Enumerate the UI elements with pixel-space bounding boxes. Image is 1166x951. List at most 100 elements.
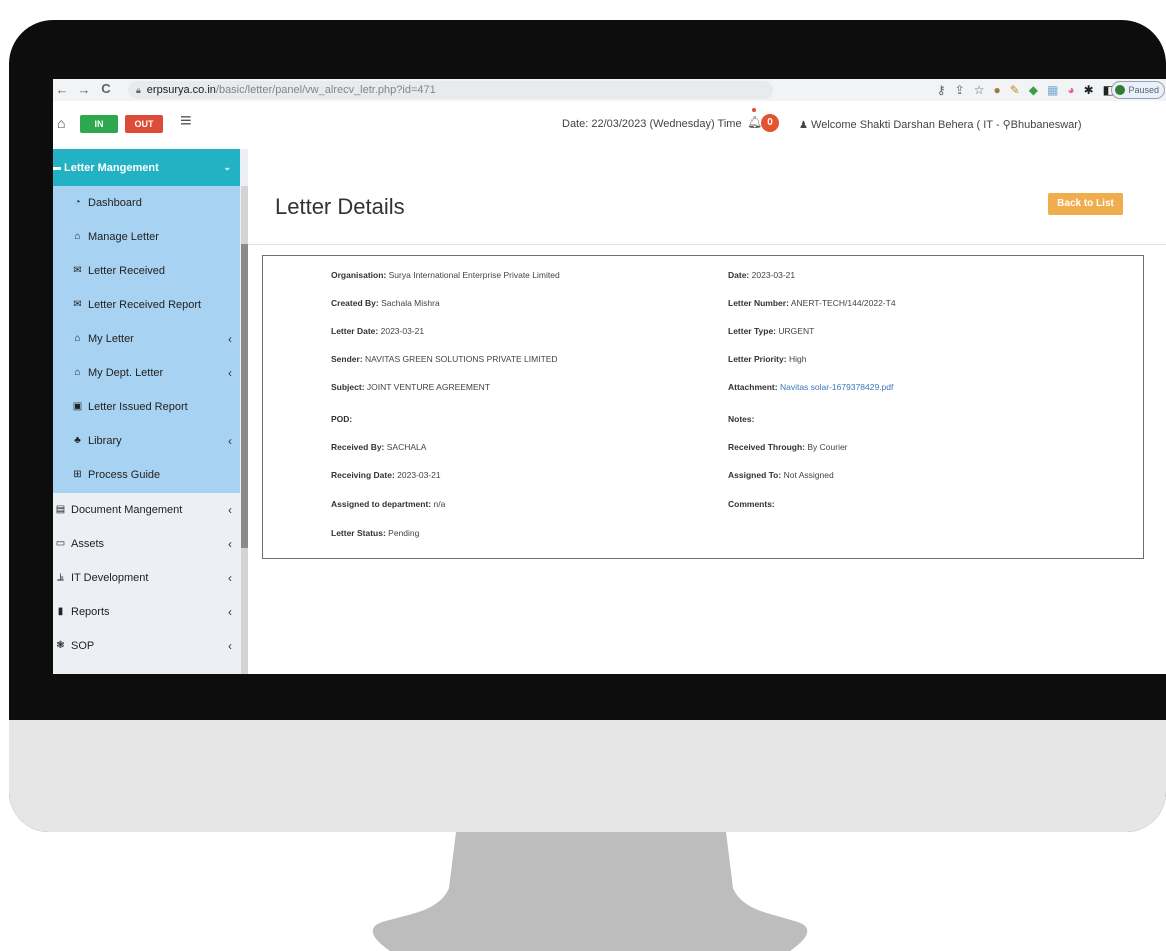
sidebar-item-label: Manage Letter (88, 230, 159, 243)
bank-icon: ⌂ (74, 333, 81, 344)
letter-submenu: ◔ Dashboard ⌂ Manage Letter ✉ Letter Rec… (53, 186, 240, 493)
users-icon: ♣ (74, 435, 81, 446)
title-divider (248, 244, 1166, 245)
back-to-list-button[interactable]: Back to List (1048, 193, 1123, 215)
field-letter-date: Letter Date: 2023-03-21 (331, 326, 425, 336)
sidebar-item-reports[interactable]: ▮ Reports ‹ (53, 595, 240, 628)
sidebar-item-letter-received-report[interactable]: ✉ Letter Received Report (70, 288, 240, 321)
monitor-chin (9, 720, 1166, 832)
star-icon[interactable]: ☆ (974, 82, 985, 98)
table-icon: ⊞ (73, 469, 82, 480)
key-icon[interactable]: ⚷ (937, 82, 946, 98)
field-received-through: Received Through: By Courier (728, 442, 848, 452)
sidebar-item-assets[interactable]: ▭ Assets ‹ (53, 527, 240, 560)
chevron-left-icon: ‹ (228, 536, 232, 551)
envelope-icon: ▬ (53, 162, 61, 173)
field-date: Date: 2023-03-21 (728, 270, 796, 280)
field-receiving-date: Receiving Date: 2023-03-21 (331, 470, 441, 480)
field-notes: Notes: (728, 414, 755, 424)
extension-leaf-icon[interactable]: ◆ (1029, 82, 1038, 98)
extension-grid-icon[interactable]: ▦ (1047, 82, 1058, 98)
notification-badge[interactable]: 0 (761, 114, 779, 132)
sidebar-item-label: Letter Received Report (88, 298, 202, 311)
field-letter-status: Letter Status: Pending (331, 528, 420, 538)
back-arrow-icon[interactable]: ← (53, 82, 71, 97)
field-sender: Sender: NAVITAS GREEN SOLUTIONS PRIVATE … (331, 354, 558, 364)
browser-toolbar: ← → C 🔒︎ erpsurya.co.in/basic/letter/pan… (53, 79, 1166, 102)
field-received-by: Received By: SACHALA (331, 442, 427, 452)
sidebar-item-sop[interactable]: ❃ SOP ‹ (53, 629, 240, 662)
menu-toggle-icon[interactable]: ≡ (180, 110, 192, 133)
chevron-left-icon: ‹ (228, 331, 232, 346)
header-date: Date: 22/03/2023 (Wednesday) Time (562, 118, 742, 130)
bank-icon: ⌂ (74, 367, 81, 378)
chart-icon: ⫡ (57, 572, 64, 583)
main-content: Letter Details Back to List Organisation… (248, 149, 1166, 674)
sidebar-item-label: IT Development (71, 571, 149, 584)
sidebar-item-document-management[interactable]: ▤ Document Mangement ‹ (53, 493, 240, 526)
out-button[interactable]: OUT (125, 115, 163, 133)
url-path: /basic/letter/panel/vw_alrecv_letr.php?i… (215, 84, 436, 96)
sidebar-item-letter-received[interactable]: ✉ Letter Received (70, 254, 240, 287)
envelope-icon: ✉ (73, 265, 82, 276)
extension-icons: ⚷ ⇪ ☆ ● ✎ ◆ ▦ ◕ ✱ ◧ (937, 82, 1114, 98)
field-subject: Subject: JOINT VENTURE AGREEMENT (331, 382, 491, 392)
chevron-left-icon: ‹ (228, 365, 232, 380)
field-assigned-department: Assigned to department: n/a (331, 499, 446, 509)
address-bar[interactable]: 🔒︎ erpsurya.co.in/basic/letter/panel/vw_… (128, 81, 773, 99)
extension-mic-icon[interactable]: ● (993, 82, 1000, 98)
lock-icon: 🔒︎ (136, 84, 141, 95)
share-icon[interactable]: ⇪ (955, 82, 965, 98)
sidebar-scrollbar-thumb[interactable] (241, 244, 248, 548)
sidebar-item-label: Assets (71, 537, 105, 550)
sidebar-item-label: Process Guide (88, 468, 161, 481)
file-icon: ▮ (57, 606, 64, 617)
field-attachment: Attachment: Navitas solar-1679378429.pdf (728, 382, 894, 392)
gear-icon: ❃ (56, 640, 65, 651)
dashboard-icon: ◔ (74, 197, 81, 208)
extension-color-icon[interactable]: ◕ (1067, 82, 1074, 98)
sidebar-item-label: SOP (71, 639, 95, 652)
puzzle-icon[interactable]: ✱ (1084, 82, 1094, 98)
chevron-left-icon: ‹ (228, 570, 232, 585)
bank-icon: ⌂ (74, 231, 81, 242)
sidebar-item-label: Letter Issued Report (88, 400, 188, 413)
desktop-icon: ▭ (55, 538, 66, 549)
sidebar-item-dashboard[interactable]: ◔ Dashboard (70, 186, 240, 219)
home-icon[interactable]: ⌂ (57, 115, 65, 131)
forward-arrow-icon[interactable]: → (75, 82, 93, 97)
sidebar-item-label: Letter Received (88, 264, 166, 277)
paused-label: Paused (1128, 85, 1159, 95)
id-card-icon: ▣ (72, 401, 83, 412)
welcome-label: Welcome Shakti Darshan Behera ( IT - ⚲Bh… (811, 119, 1082, 131)
extension-pen-icon[interactable]: ✎ (1010, 82, 1020, 98)
letter-details-panel: Organisation: Surya International Enterp… (262, 255, 1144, 559)
reload-icon[interactable]: C (97, 81, 115, 96)
attachment-link[interactable]: Navitas solar-1679378429.pdf (780, 382, 893, 392)
archive-icon: ▤ (55, 504, 66, 515)
in-button[interactable]: IN (80, 115, 118, 133)
field-created-by: Created By: Sachala Mishra (331, 298, 440, 308)
sidebar-item-my-letter[interactable]: ⌂ My Letter ‹ (70, 322, 240, 355)
sidebar-item-letter-issued-report[interactable]: ▣ Letter Issued Report (70, 390, 240, 423)
sidebar-item-manage-letter[interactable]: ⌂ Manage Letter (70, 220, 240, 253)
sidebar-section-letter-management[interactable]: ▬ Letter Mangement ⌄ (53, 149, 240, 186)
chevron-left-icon: ‹ (228, 638, 232, 653)
sidebar-item-label: My Letter (88, 332, 134, 345)
bell-icon[interactable]: 🔔︎ (747, 115, 762, 129)
chevron-left-icon: ‹ (228, 604, 232, 619)
field-letter-number: Letter Number: ANERT-TECH/144/2022-T4 (728, 298, 896, 308)
welcome-user-text[interactable]: ♟ Welcome Shakti Darshan Behera ( IT - ⚲… (799, 118, 1082, 131)
sidebar-item-it-development[interactable]: ⫡ IT Development ‹ (53, 561, 240, 594)
sidebar-item-label: Reports (71, 605, 110, 618)
field-assigned-to: Assigned To: Not Assigned (728, 470, 834, 480)
sidebar-item-process-guide[interactable]: ⊞ Process Guide (70, 458, 240, 491)
bell-indicator (752, 108, 756, 112)
url-domain: erpsurya.co.in (146, 84, 216, 96)
envelope-icon: ✉ (73, 299, 82, 310)
sidebar-item-library[interactable]: ♣ Library ‹ (70, 424, 240, 457)
field-letter-priority: Letter Priority: High (728, 354, 807, 364)
chevron-down-icon: ⌄ (223, 162, 231, 172)
sidebar-item-my-dept-letter[interactable]: ⌂ My Dept. Letter ‹ (70, 356, 240, 389)
profile-paused-button[interactable]: Paused (1111, 81, 1165, 99)
